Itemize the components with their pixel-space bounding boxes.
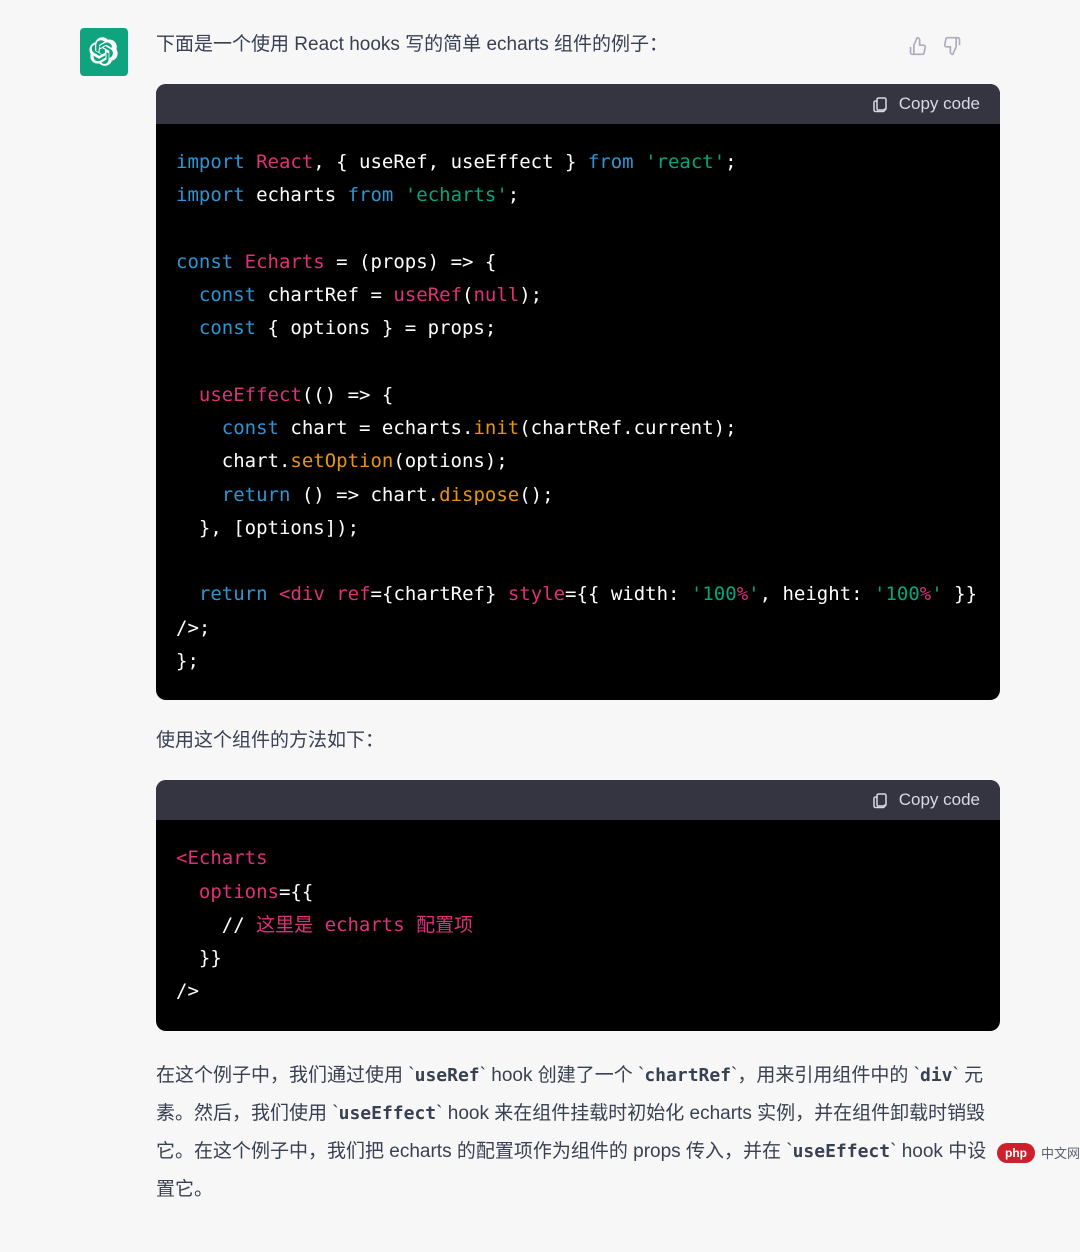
thumbs-up-icon[interactable]	[908, 36, 928, 56]
middle-text: 使用这个组件的方法如下：	[156, 724, 1000, 758]
code-block-2: Copy code <Echarts options={{ // 这里是 ech…	[156, 780, 1000, 1030]
copy-label: Copy code	[899, 790, 980, 810]
copy-label: Copy code	[899, 94, 980, 114]
code-body-2[interactable]: <Echarts options={{ // 这里是 echarts 配置项 }…	[156, 820, 1000, 1030]
feedback-buttons	[908, 36, 962, 56]
code-block-1: Copy code import React, { useRef, useEff…	[156, 84, 1000, 700]
outro-text: 在这个例子中，我们通过使用 `useRef` hook 创建了一个 `chart…	[156, 1057, 1000, 1209]
message-content: 下面是一个使用 React hooks 写的简单 echarts 组件的例子： …	[156, 28, 1000, 1209]
watermark-badge: php	[997, 1143, 1035, 1163]
watermark: php 中文网	[997, 1143, 1080, 1163]
copy-code-button[interactable]: Copy code	[871, 94, 980, 114]
code-header: Copy code	[156, 84, 1000, 124]
intro-text: 下面是一个使用 React hooks 写的简单 echarts 组件的例子：	[156, 28, 1000, 62]
code-header: Copy code	[156, 780, 1000, 820]
clipboard-icon	[871, 95, 889, 113]
thumbs-down-icon[interactable]	[942, 36, 962, 56]
copy-code-button[interactable]: Copy code	[871, 790, 980, 810]
watermark-text: 中文网	[1041, 1143, 1080, 1162]
assistant-avatar	[80, 28, 128, 76]
code-body-1[interactable]: import React, { useRef, useEffect } from…	[156, 124, 1000, 700]
clipboard-icon	[871, 791, 889, 809]
assistant-message: 下面是一个使用 React hooks 写的简单 echarts 组件的例子： …	[0, 0, 1080, 1249]
openai-logo-icon	[89, 37, 119, 67]
